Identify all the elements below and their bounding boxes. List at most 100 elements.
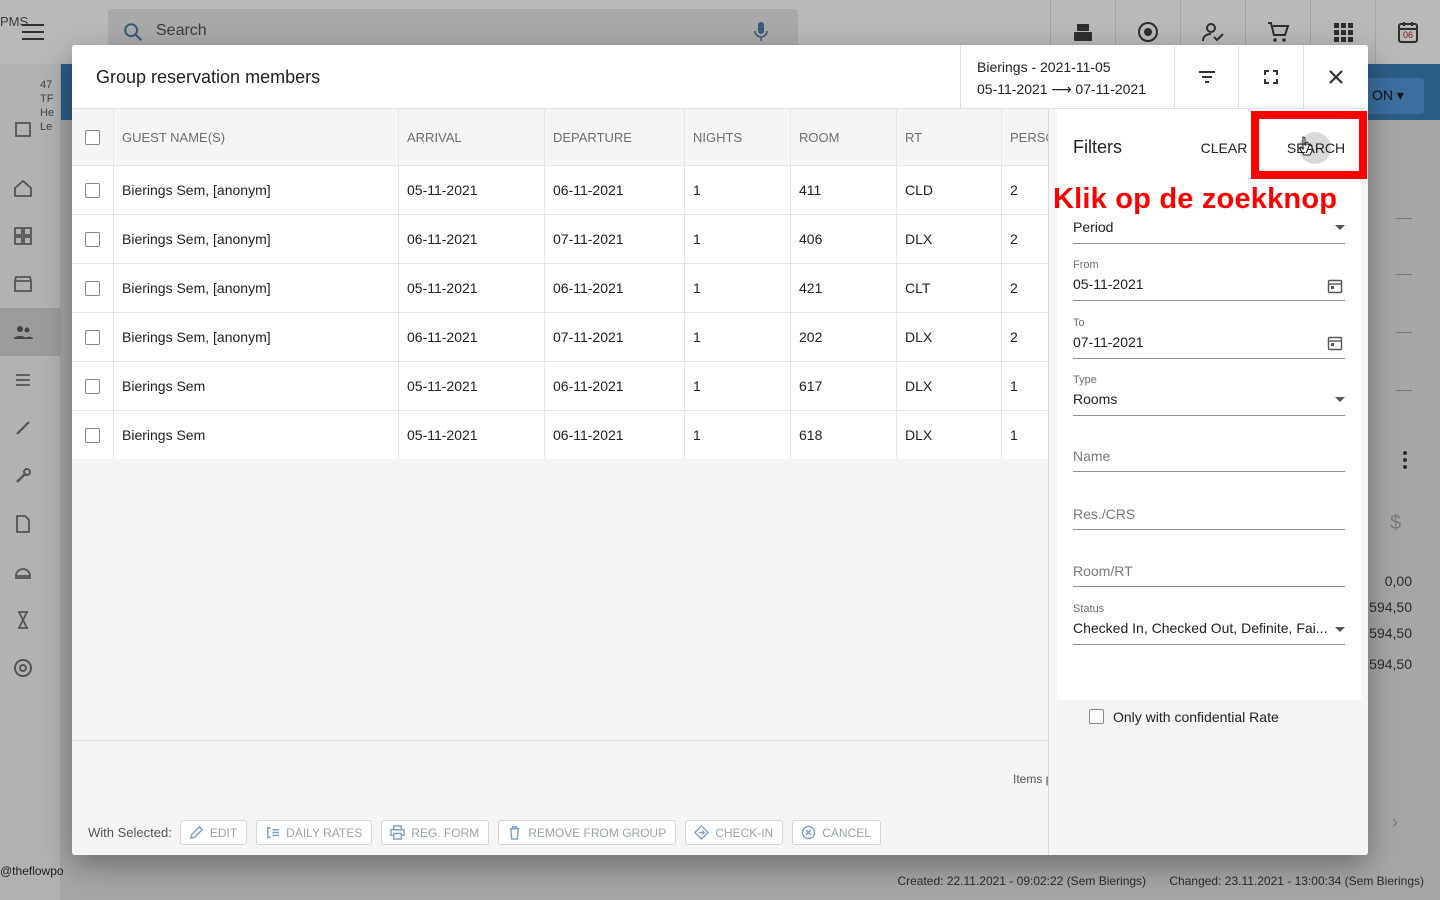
cell-room: 406 (790, 215, 896, 263)
type-dropdown-icon[interactable] (1335, 397, 1345, 402)
fullscreen-button[interactable] (1238, 45, 1303, 109)
name-input[interactable]: Name (1073, 448, 1110, 464)
cell-nights: 1 (684, 411, 790, 459)
cell-arrival: 06-11-2021 (398, 215, 544, 263)
col-nights[interactable]: NIGHTS (684, 109, 790, 165)
list-icon[interactable] (12, 369, 34, 391)
rates-list-icon (267, 827, 280, 838)
dollar-icon: $ (1390, 512, 1402, 534)
period-dropdown-icon[interactable] (1335, 225, 1345, 230)
cell-persons: 2 (1001, 215, 1048, 263)
type-select-value[interactable]: Rooms (1073, 391, 1117, 407)
table-row[interactable]: Bierings Sem, [anonym] 06-11-2021 07-11-… (72, 313, 1048, 362)
row-checkbox[interactable] (85, 231, 100, 247)
hourglass-icon[interactable] (12, 609, 34, 631)
more-vert-icon[interactable] (1396, 450, 1414, 470)
cell-arrival: 05-11-2021 (398, 264, 544, 312)
search-filters-button[interactable]: SEARCH (1275, 130, 1357, 166)
menu-icon[interactable] (22, 24, 44, 40)
cell-room: 618 (790, 411, 896, 459)
bg-amount: 594,50 (1369, 656, 1412, 672)
bg-select[interactable] (1396, 218, 1412, 219)
confidential-rate-label: Only with confidential Rate (1113, 709, 1279, 725)
brush-icon[interactable] (12, 417, 34, 439)
close-icon (1329, 70, 1343, 84)
calendar-icon[interactable]: 06 (1375, 0, 1440, 64)
cell-persons: 1 (1001, 411, 1048, 459)
building-icon[interactable] (12, 118, 34, 140)
cell-departure: 07-11-2021 (544, 215, 684, 263)
status-dropdown-icon[interactable] (1335, 627, 1345, 632)
cell-arrival: 06-11-2021 (398, 313, 544, 361)
row-checkbox[interactable] (85, 427, 100, 443)
wrench-icon[interactable] (12, 465, 34, 487)
home-icon[interactable] (12, 177, 34, 199)
bg-select[interactable] (1396, 332, 1412, 333)
from-date-underline (1073, 300, 1345, 301)
check-in-button[interactable]: CHECK-IN (685, 820, 784, 845)
close-button[interactable] (1303, 45, 1368, 109)
daily-rates-button[interactable]: DAILY RATES (256, 820, 373, 845)
table-row[interactable]: Bierings Sem, [anonym] 05-11-2021 06-11-… (72, 166, 1048, 215)
group-icon[interactable] (12, 321, 34, 343)
col-room[interactable]: ROOM (790, 109, 896, 165)
period-select-value[interactable]: Period (1073, 219, 1113, 235)
table-row[interactable]: Bierings Sem, [anonym] 06-11-2021 07-11-… (72, 215, 1048, 264)
table-row[interactable]: Bierings Sem 05-11-2021 06-11-2021 1 618… (72, 411, 1048, 460)
document-icon[interactable] (12, 513, 34, 535)
sidebar-info: 47 TF He Le (40, 79, 55, 133)
status-select-value[interactable]: Checked In, Checked Out, Definite, Fai..… (1073, 620, 1327, 636)
calendar-icon[interactable] (1327, 278, 1343, 294)
instruction-annotation: Klik op de zoekknop (1053, 183, 1338, 215)
col-guest-names[interactable]: GUEST NAME(S) (113, 109, 398, 165)
row-checkbox[interactable] (85, 280, 100, 296)
filter-button[interactable] (1174, 45, 1239, 109)
bg-select[interactable] (1396, 274, 1412, 275)
room-rt-input[interactable]: Room/RT (1073, 563, 1133, 579)
col-rt[interactable]: RT (896, 109, 1001, 165)
filters-panel: Filters CLEAR SEARCH Period From 05-11-2… (1048, 109, 1368, 855)
chevron-right-icon[interactable]: › (1392, 812, 1398, 833)
cancel-button[interactable]: CANCEL (792, 820, 881, 845)
cell-nights: 1 (684, 313, 790, 361)
cell-rt: CLT (896, 264, 1001, 312)
calendar-icon[interactable] (1327, 335, 1343, 351)
from-label: From (1073, 259, 1099, 271)
status-label: Status (1073, 603, 1105, 615)
store-icon[interactable] (12, 273, 34, 295)
footer-meta: Created: 22.11.2021 - 09:02:22 (Sem Bier… (877, 874, 1424, 888)
row-select-cell (72, 166, 113, 214)
remove-from-group-button[interactable]: REMOVE FROM GROUP (498, 820, 677, 845)
reg-form-button[interactable]: REG. FORM (381, 820, 490, 845)
select-all-checkbox[interactable] (85, 129, 100, 145)
cell-departure: 06-11-2021 (544, 166, 684, 214)
confidential-rate-checkbox[interactable] (1089, 709, 1104, 724)
bg-select[interactable] (1396, 390, 1412, 391)
dashboard-icon[interactable] (12, 225, 34, 247)
cell-departure: 07-11-2021 (544, 313, 684, 361)
cell-room: 617 (790, 362, 896, 410)
mic-icon[interactable] (754, 22, 768, 42)
col-departure[interactable]: DEPARTURE (544, 109, 684, 165)
res-crs-input[interactable]: Res./CRS (1073, 506, 1135, 522)
edit-button[interactable]: EDIT (179, 820, 248, 845)
col-persons[interactable]: PERSO (1001, 109, 1048, 165)
type-select-underline (1073, 415, 1345, 416)
to-date-input[interactable]: 07-11-2021 (1073, 334, 1144, 350)
table-row[interactable]: Bierings Sem 05-11-2021 06-11-2021 1 617… (72, 362, 1048, 411)
support-icon[interactable] (12, 657, 34, 679)
group-date-range: 05-11-2021 ⟶ 07-11-2021 (977, 81, 1146, 97)
row-checkbox[interactable] (85, 329, 100, 345)
name-input-underline (1073, 471, 1345, 472)
from-date-input[interactable]: 05-11-2021 (1073, 276, 1144, 292)
table-row[interactable]: Bierings Sem, [anonym] 05-11-2021 06-11-… (72, 264, 1048, 313)
select-all-cell (72, 109, 113, 165)
items-per-page-label: Items p (1013, 772, 1053, 786)
row-checkbox[interactable] (85, 378, 100, 394)
row-checkbox[interactable] (85, 182, 100, 198)
bg-action-button[interactable]: ON ▾ (1366, 78, 1424, 114)
bellhop-icon[interactable] (12, 561, 34, 583)
clear-filters-button[interactable]: CLEAR (1186, 130, 1262, 166)
col-arrival[interactable]: ARRIVAL (398, 109, 544, 165)
cell-persons: 2 (1001, 264, 1048, 312)
